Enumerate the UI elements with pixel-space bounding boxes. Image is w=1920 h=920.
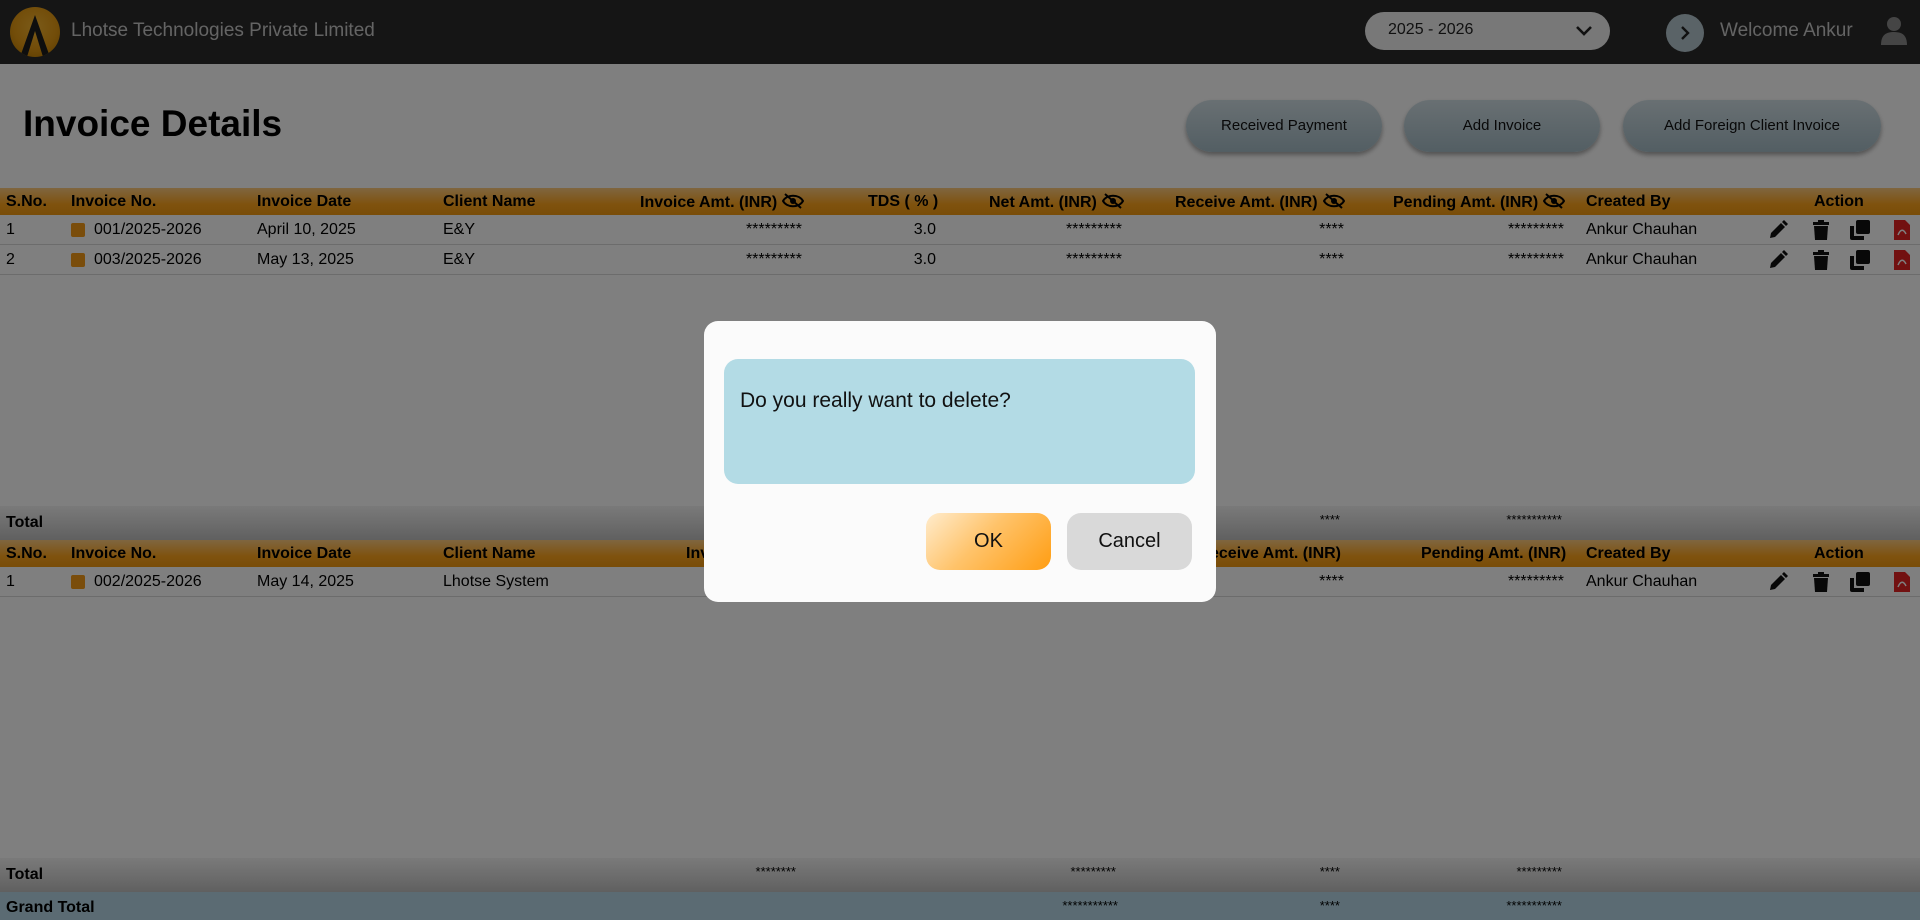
ok-button[interactable]: OK bbox=[926, 513, 1051, 570]
delete-confirm-dialog: Do you really want to delete? OK Cancel bbox=[704, 321, 1216, 602]
cancel-button[interactable]: Cancel bbox=[1067, 513, 1192, 570]
dialog-message: Do you really want to delete? bbox=[740, 389, 1011, 412]
dialog-message-box: Do you really want to delete? bbox=[724, 359, 1195, 484]
